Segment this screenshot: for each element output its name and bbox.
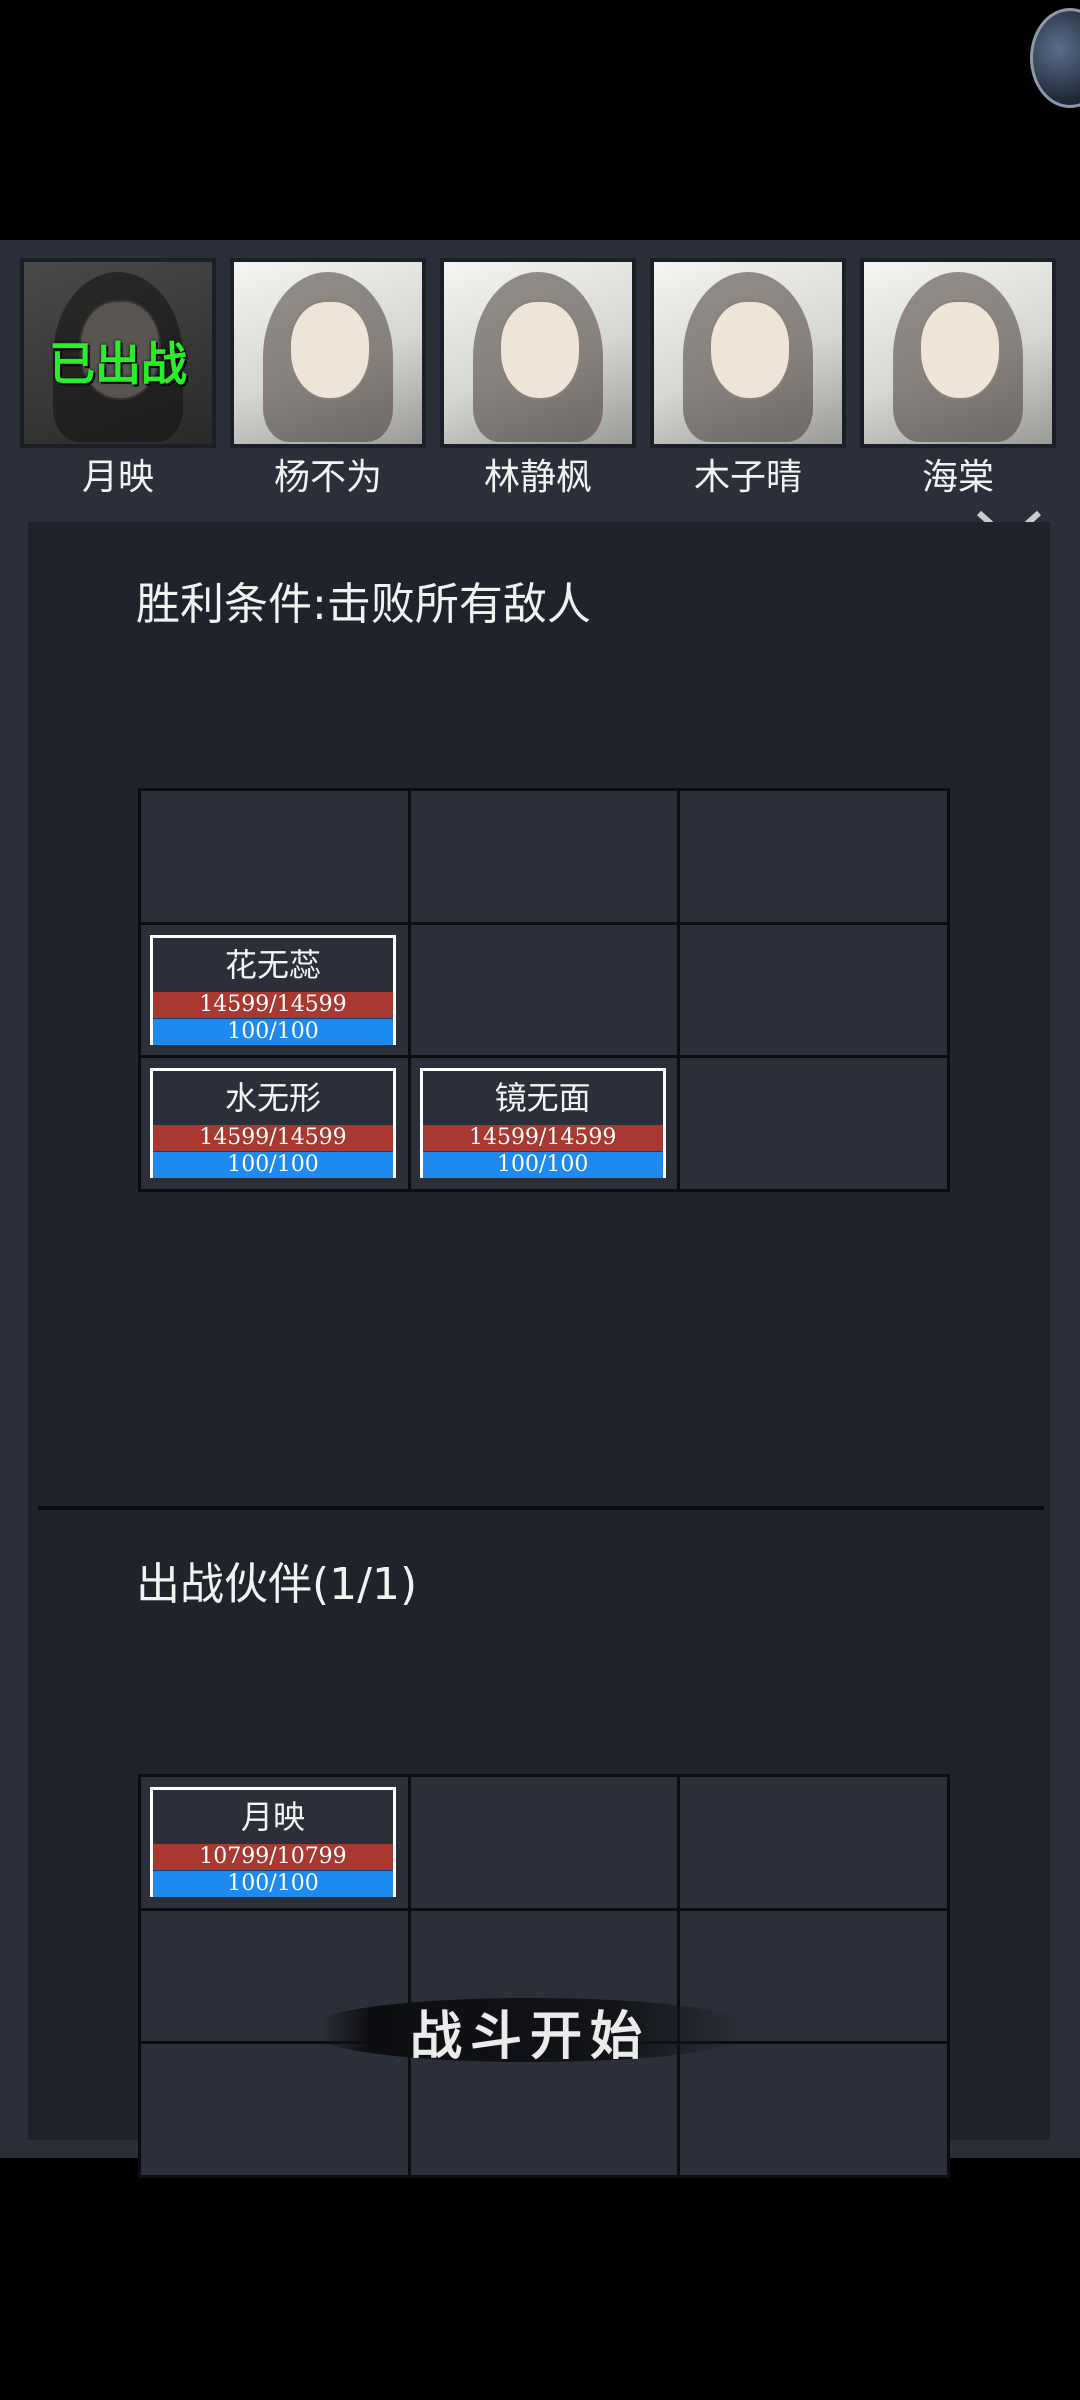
- partners-title: 出战伙伴(1/1): [136, 1559, 418, 1610]
- hp-bar: 14599/14599: [153, 1125, 393, 1152]
- grid-cell[interactable]: 月映 10799/10799 100/100: [141, 1777, 408, 1908]
- character-portrait: [230, 258, 426, 448]
- hp-bar: 14599/14599: [422, 1125, 663, 1152]
- section-divider: [38, 1506, 1044, 1510]
- roster-character-yangbuwei[interactable]: 杨不为: [230, 258, 426, 502]
- grid-cell: [680, 924, 947, 1056]
- mp-bar: 100/100: [422, 1151, 663, 1179]
- unit-name: 月映: [240, 1798, 305, 1836]
- start-battle-label: 战斗开始: [409, 2006, 650, 2067]
- enemy-unit-card[interactable]: 花无蕊 14599/14599 100/100: [150, 934, 396, 1045]
- mp-bar: 100/100: [153, 1151, 393, 1179]
- grid-cell: 花无蕊 14599/14599 100/100: [141, 924, 408, 1056]
- character-portrait: [440, 258, 636, 448]
- hp-bar: 14599/14599: [153, 991, 393, 1018]
- menu-orb-button[interactable]: [1030, 8, 1080, 108]
- unit-name: 水无形: [224, 1079, 321, 1118]
- grid-cell: [141, 791, 408, 922]
- partner-formation-grid: 月映 10799/10799 100/100: [138, 1774, 950, 2178]
- character-name: 木子晴: [693, 457, 802, 498]
- roster-character-yueying[interactable]: 已出战 月映: [20, 258, 216, 502]
- character-roster: 已出战 月映 杨不为 林静枫 木子晴 海棠: [20, 258, 1080, 508]
- grid-cell: [410, 924, 678, 1056]
- character-name: 海棠: [921, 457, 994, 498]
- character-name: 杨不为: [273, 457, 382, 498]
- character-name: 林静枫: [483, 457, 592, 498]
- character-portrait: 已出战: [20, 258, 216, 448]
- victory-condition-title: 胜利条件:击败所有敌人: [136, 579, 591, 630]
- grid-cell[interactable]: [680, 1777, 947, 1908]
- character-name: 月映: [81, 457, 154, 498]
- battle-setup-panel: 已出战 月映 杨不为 林静枫 木子晴 海棠 胜利条件:击败所有敌人 花无蕊 14…: [0, 240, 1080, 2178]
- grid-cell: 镜无面 14599/14599 100/100: [410, 1058, 678, 1189]
- mp-bar: 100/100: [153, 1017, 393, 1045]
- unit-name: 镜无面: [494, 1079, 591, 1118]
- partner-unit-card[interactable]: 月映 10799/10799 100/100: [150, 1787, 396, 1897]
- unit-name: 花无蕊: [224, 945, 321, 984]
- enemy-unit-card[interactable]: 水无形 14599/14599 100/100: [150, 1068, 396, 1179]
- grid-cell: [410, 791, 678, 922]
- deployed-badge: 已出战: [49, 337, 187, 391]
- enemy-formation-grid: 花无蕊 14599/14599 100/100 水无形 14599/14599 …: [138, 788, 950, 1192]
- roster-character-linjingfeng[interactable]: 林静枫: [440, 258, 636, 502]
- roster-character-muziqing[interactable]: 木子晴: [650, 258, 846, 502]
- grid-cell: 水无形 14599/14599 100/100: [141, 1058, 408, 1189]
- enemy-unit-card[interactable]: 镜无面 14599/14599 100/100: [419, 1068, 666, 1179]
- grid-cell: [680, 791, 947, 922]
- battle-info-area: 胜利条件:击败所有敌人 花无蕊 14599/14599 100/100 水无形 …: [28, 522, 1050, 2178]
- grid-cell[interactable]: [410, 1777, 678, 1908]
- grid-cell: [680, 1058, 947, 1189]
- character-portrait: [860, 258, 1056, 448]
- start-battle-button[interactable]: 战斗开始: [320, 1980, 740, 2080]
- mp-bar: 100/100: [153, 1870, 393, 1897]
- roster-character-haitang[interactable]: 海棠: [860, 258, 1056, 502]
- character-portrait: [650, 258, 846, 448]
- hp-bar: 10799/10799: [153, 1844, 393, 1870]
